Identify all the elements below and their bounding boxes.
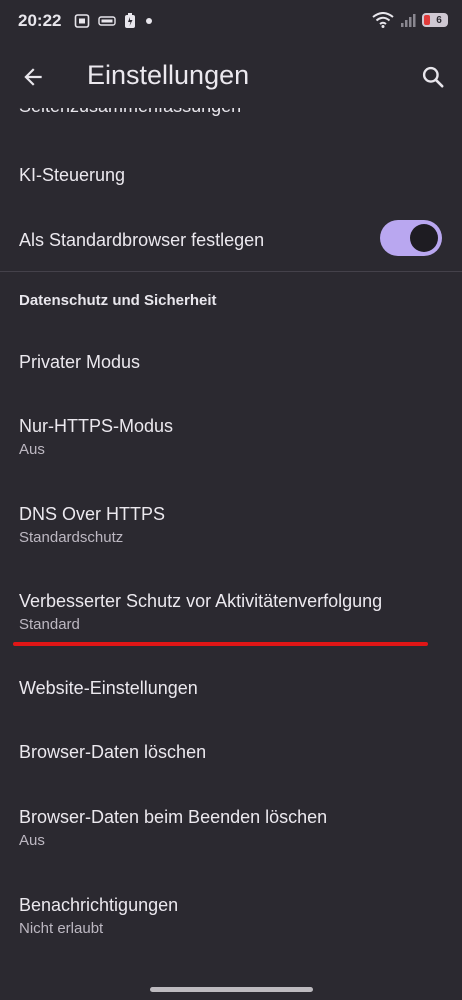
battery-level: 6 xyxy=(436,14,442,26)
battery-icon: 6 xyxy=(422,13,448,27)
settings-item-label: Browser-Daten löschen xyxy=(19,742,207,762)
settings-item-label: Benachrichtigungen xyxy=(19,895,179,915)
settings-item-dns-over-https[interactable]: DNS Over HTTPS Standardschutz xyxy=(19,503,443,547)
settings-item-label: Browser-Daten beim Beenden löschen xyxy=(19,807,328,827)
status-left-icons xyxy=(74,13,154,29)
gesture-nav-handle[interactable] xyxy=(150,987,313,992)
status-time: 20:22 xyxy=(18,11,62,30)
settings-item-summary: Standardschutz xyxy=(19,529,124,546)
settings-list[interactable]: Seitenzusammenfassungen KI-Steuerung Als… xyxy=(0,108,462,988)
status-bar: 20:22 6 xyxy=(0,0,462,44)
settings-item-label: Nur-HTTPS-Modus xyxy=(19,416,174,436)
settings-item-notifications[interactable]: Benachrichtigungen Nicht erlaubt xyxy=(19,894,443,938)
settings-item-label: Verbesserter Schutz vor Aktivitätenverfo… xyxy=(19,591,383,611)
wifi-icon xyxy=(372,12,394,28)
sim-icon xyxy=(98,16,116,26)
settings-item-site-settings[interactable]: Website-Einstellungen xyxy=(19,677,443,699)
battery-saver-icon xyxy=(125,13,135,28)
settings-item-clear-on-exit[interactable]: Browser-Daten beim Beenden löschen Aus xyxy=(19,806,443,850)
settings-item-summary: Standard xyxy=(19,616,80,633)
settings-item-label: Privater Modus xyxy=(19,352,141,372)
settings-item-summary: Aus xyxy=(19,832,45,849)
dot-icon xyxy=(146,18,152,24)
settings-item-summary: Nicht erlaubt xyxy=(19,920,104,937)
section-divider xyxy=(0,271,462,272)
status-right-icons: 6 xyxy=(372,12,448,28)
settings-item-page-summaries[interactable]: Seitenzusammenfassungen xyxy=(19,108,241,117)
screenshot-icon xyxy=(74,14,90,28)
settings-item-https-only[interactable]: Nur-HTTPS-Modus Aus xyxy=(19,415,443,459)
page-title: Einstellungen xyxy=(87,60,250,90)
toggle-knob xyxy=(410,224,438,252)
settings-item-tracking-protection[interactable]: Verbesserter Schutz vor Aktivitätenverfo… xyxy=(19,590,443,634)
settings-item-label: Website-Einstellungen xyxy=(19,678,198,698)
arrow-back-icon xyxy=(24,68,42,86)
section-header-privacy: Datenschutz und Sicherheit xyxy=(19,292,217,309)
app-bar: Einstellungen xyxy=(0,44,462,108)
highlight-underline xyxy=(13,642,428,646)
settings-item-summary: Aus xyxy=(19,441,45,458)
default-browser-toggle[interactable] xyxy=(380,220,442,256)
back-button[interactable] xyxy=(18,62,48,92)
settings-item-label: DNS Over HTTPS xyxy=(19,504,166,524)
settings-item-label: KI-Steuerung xyxy=(19,165,126,185)
settings-item-ki-control[interactable]: KI-Steuerung xyxy=(19,164,443,186)
settings-item-private-mode[interactable]: Privater Modus xyxy=(19,351,443,373)
settings-item-clear-browser-data[interactable]: Browser-Daten löschen xyxy=(19,741,443,763)
signal-icon xyxy=(401,14,416,27)
search-icon xyxy=(422,66,444,88)
search-button[interactable] xyxy=(418,62,448,92)
